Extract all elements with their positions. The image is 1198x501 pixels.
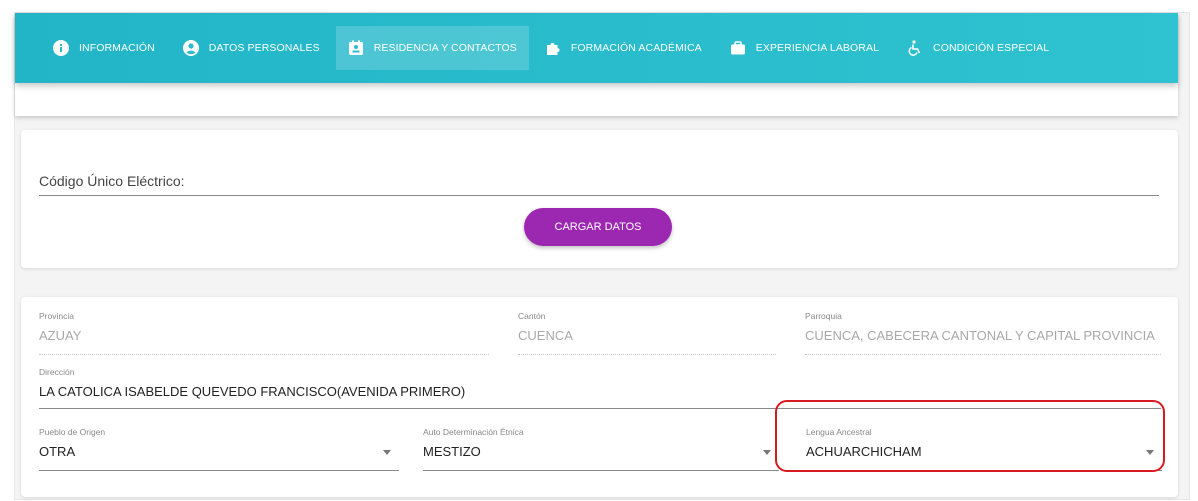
pueblo-origen-select[interactable]: Pueblo de Origen OTRA <box>39 427 399 471</box>
annotation-highlight <box>775 400 1165 472</box>
briefcase-icon <box>730 40 746 56</box>
chevron-down-icon <box>763 450 771 455</box>
tab-datos-personales[interactable]: DATOS PERSONALES <box>171 26 332 70</box>
parroquia-value: CUENCA, CABECERA CANTONAL Y CAPITAL PROV… <box>805 328 1155 343</box>
puzzle-icon <box>545 40 561 56</box>
nav-card: INFORMACIÓN DATOS PERSONALES RESIDENCIA … <box>15 13 1178 116</box>
tab-experiencia-laboral[interactable]: EXPERIENCIA LABORAL <box>718 26 891 70</box>
tab-label: FORMACIÓN ACADÉMICA <box>570 42 702 54</box>
section-tabs: INFORMACIÓN DATOS PERSONALES RESIDENCIA … <box>15 13 1178 83</box>
pueblo-origen-value: OTRA <box>39 444 76 459</box>
canton-label: Cantón <box>518 311 546 321</box>
cargar-datos-button[interactable]: CARGAR DATOS <box>524 208 672 246</box>
codigo-unico-placeholder: Código Único Eléctrico: <box>39 173 185 189</box>
chevron-down-icon <box>383 450 391 455</box>
tab-label: CONDICIÓN ESPECIAL <box>933 42 1050 54</box>
tab-residencia-contactos[interactable]: RESIDENCIA Y CONTACTOS <box>335 26 529 70</box>
tab-condicion-especial[interactable]: CONDICIÓN ESPECIAL <box>895 26 1061 70</box>
parroquia-label: Parroquia <box>805 311 842 321</box>
provincia-label: Provincia <box>39 311 74 321</box>
search-card: Código Único Eléctrico: CARGAR DATOS <box>21 130 1178 268</box>
direccion-value: LA CATOLICA ISABELDE QUEVEDO FRANCISCO(A… <box>39 384 466 399</box>
account-circle-icon <box>182 40 199 56</box>
etnia-select[interactable]: Auto Determinación Étnica MESTIZO <box>423 427 779 471</box>
provincia-value: AZUAY <box>39 328 82 343</box>
direccion-label: Dirección <box>39 367 75 377</box>
tab-formacion-academica[interactable]: FORMACIÓN ACADÉMICA <box>533 26 714 70</box>
etnia-value: MESTIZO <box>423 444 481 459</box>
pueblo-origen-label: Pueblo de Origen <box>39 427 106 437</box>
tab-informacion[interactable]: INFORMACIÓN <box>41 26 167 70</box>
contact-card-icon <box>348 40 364 56</box>
tab-label: RESIDENCIA Y CONTACTOS <box>373 42 517 54</box>
canton-field: Cantón CUENCA <box>518 311 776 355</box>
codigo-unico-field[interactable]: Código Único Eléctrico: <box>39 160 1159 196</box>
tab-label: EXPERIENCIA LABORAL <box>755 42 880 54</box>
info-icon <box>53 40 69 56</box>
tab-label: DATOS PERSONALES <box>208 42 320 54</box>
etnia-label: Auto Determinación Étnica <box>423 427 524 437</box>
tab-label: INFORMACIÓN <box>79 42 155 54</box>
canton-value: CUENCA <box>518 328 573 343</box>
wheelchair-icon <box>907 40 923 56</box>
parroquia-field: Parroquia CUENCA, CABECERA CANTONAL Y CA… <box>805 311 1161 355</box>
provincia-field: Provincia AZUAY <box>39 311 489 355</box>
